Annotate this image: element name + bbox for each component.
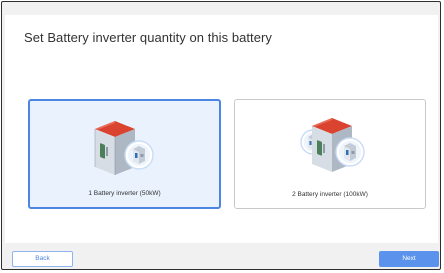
battery-cabinet-single-inverter-icon [94, 121, 154, 175]
option-card-1-inverter[interactable]: 1 Battery inverter (50kW) [28, 99, 221, 209]
screen: Set Battery inverter quantity on this ba… [0, 0, 444, 273]
battery-cabinet-dual-inverter-icon [300, 118, 365, 172]
page-title: Set Battery inverter quantity on this ba… [24, 30, 272, 45]
option-card-2-inverters[interactable]: 2 Battery inverter (100kW) [234, 99, 426, 209]
wizard-content: Set Battery inverter quantity on this ba… [5, 15, 438, 243]
wizard-panel: Set Battery inverter quantity on this ba… [1, 1, 441, 270]
back-button[interactable]: Back [12, 251, 73, 267]
next-button[interactable]: Next [379, 251, 439, 267]
wizard-footer: Back Next [5, 243, 439, 268]
option-label: 2 Battery inverter (100kW) [292, 191, 368, 198]
option-label: 1 Battery inverter (50kW) [88, 190, 161, 197]
